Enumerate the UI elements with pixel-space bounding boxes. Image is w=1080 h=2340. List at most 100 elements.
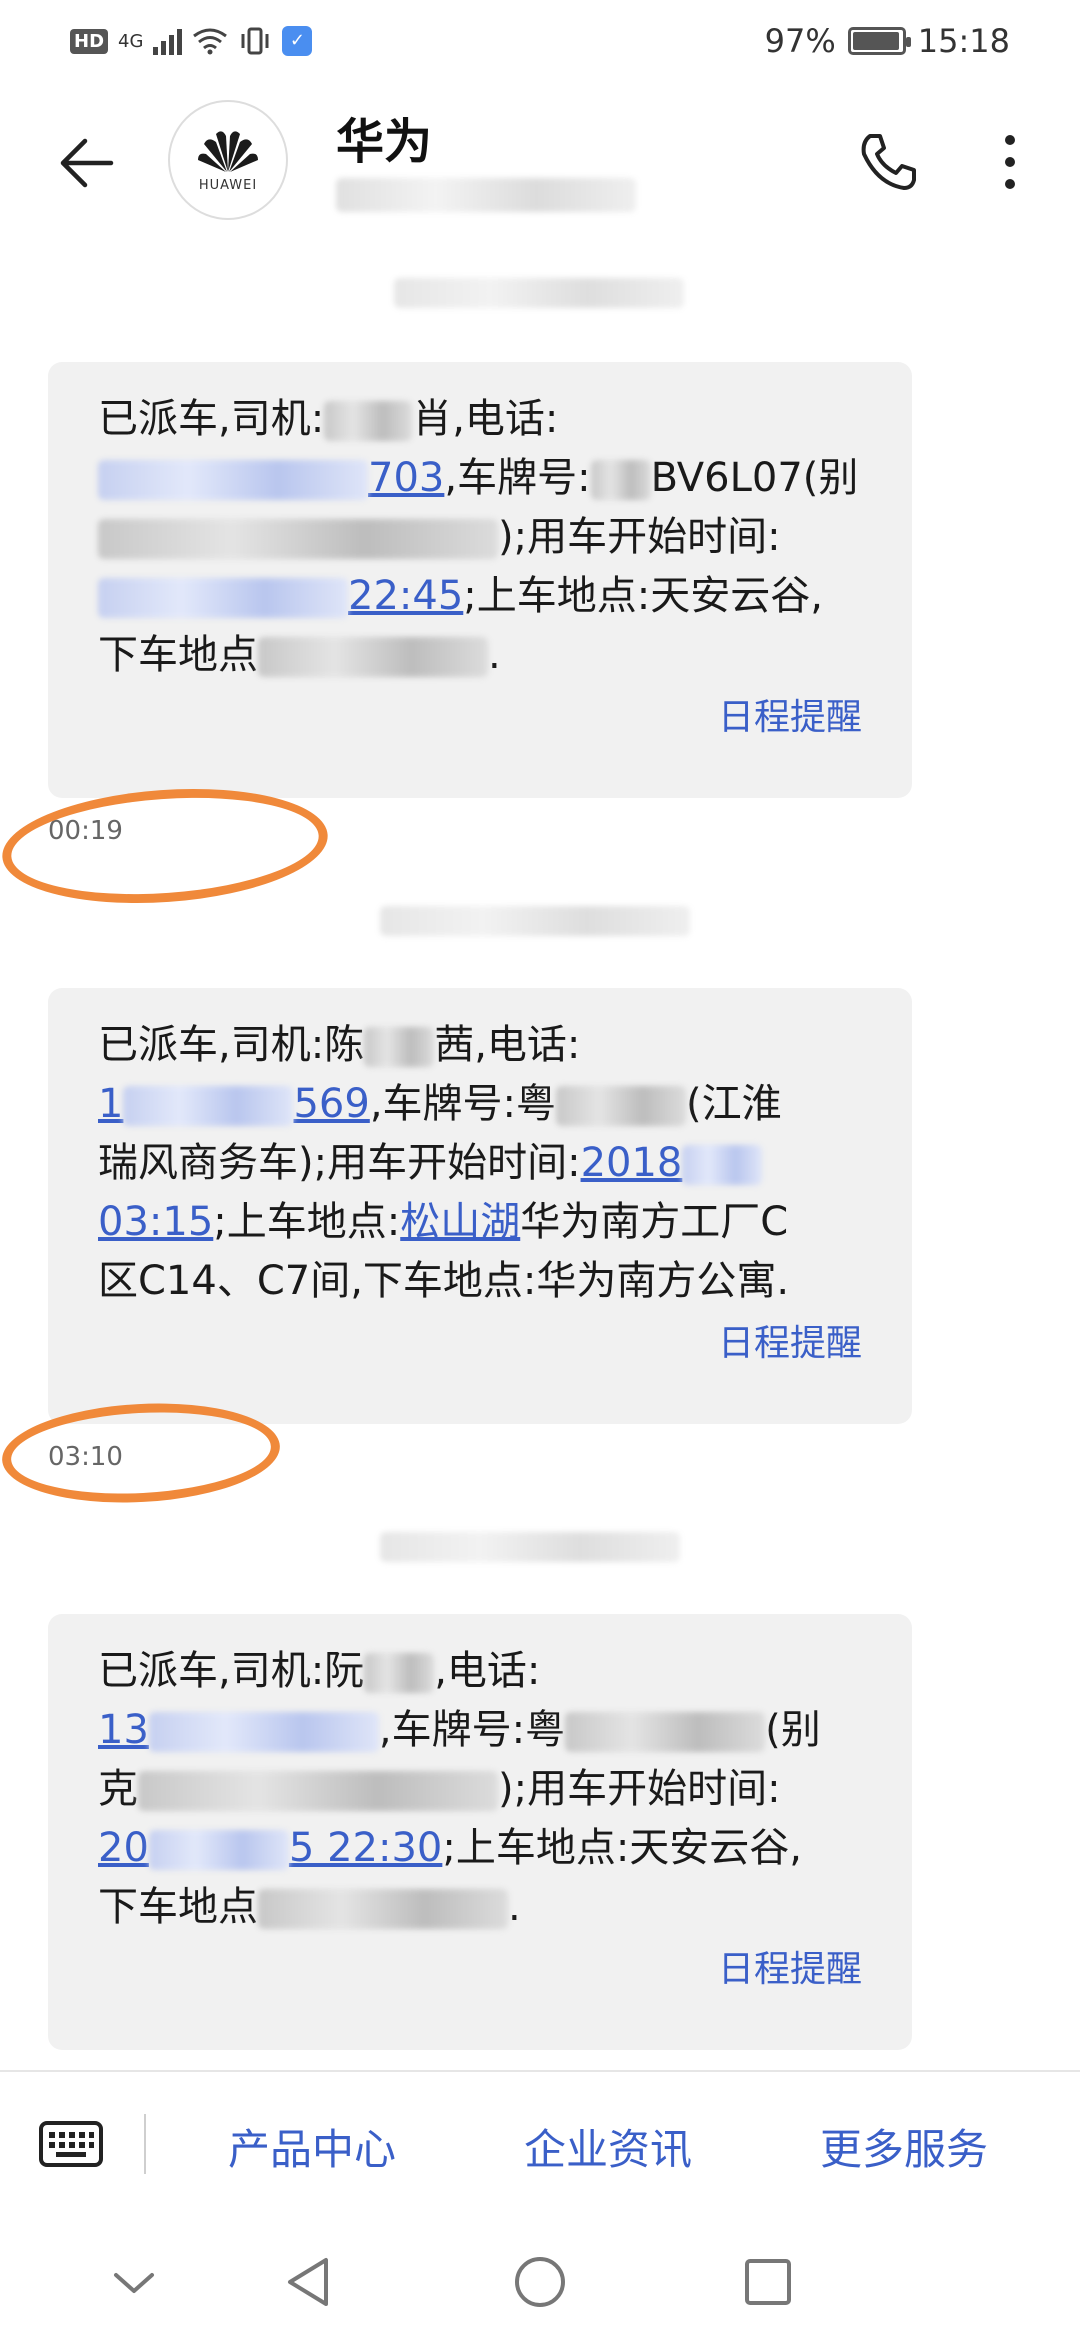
huawei-logo-icon [198, 130, 258, 172]
back-arrow-icon [60, 138, 114, 188]
redacted-text [364, 1027, 435, 1067]
annotation-circle [0, 778, 332, 914]
security-app-icon: ✓ [282, 26, 313, 56]
datetime-link[interactable]: 20 [98, 1825, 149, 1871]
message-segment: ;上车地点:天安云谷, [442, 1825, 803, 1871]
phone-link[interactable]: 13 [98, 1707, 149, 1753]
message-segment: 瑞风商务车);用车开始时间: [98, 1140, 581, 1186]
more-dot [1005, 135, 1015, 145]
location-link[interactable]: 松山湖 [400, 1199, 520, 1245]
message-segment: ,车牌号:粤 [369, 1081, 557, 1127]
square-recents-icon [745, 2259, 791, 2305]
message-segment: 区C14、C7间,下车地点:华为南方公寓. [98, 1258, 790, 1304]
network-type: 4G [118, 30, 144, 52]
message-segment: 茜,电话: [434, 1022, 581, 1068]
redacted-link[interactable] [682, 1145, 763, 1185]
message-segment: 克 [98, 1766, 138, 1812]
redacted-text [324, 401, 413, 441]
conversation-header: HUAWEI 华为 [0, 90, 1080, 250]
message-segment: ;上车地点: [213, 1199, 401, 1245]
schedule-reminder-link[interactable]: 日程提醒 [718, 688, 862, 740]
datetime-link[interactable]: 03:15 [98, 1199, 213, 1245]
message-segment: ,车牌号:粤 [378, 1707, 566, 1753]
message-segment: ;上车地点:天安云谷, [463, 573, 823, 619]
menu-item-product-center[interactable]: 产品中心 [228, 2116, 396, 2177]
keyboard-icon [39, 2121, 103, 2167]
more-options-button[interactable] [980, 122, 1040, 202]
message-text: 已派车,司机:阮 ,电话: 13 ,车牌号:粤 (别 克);用车开始时间: 20 5 2… [98, 1642, 888, 1937]
message-segment: . [488, 632, 501, 678]
nav-back-button[interactable] [268, 2242, 348, 2322]
contact-name: 华为 [336, 114, 433, 170]
contact-number-redacted [336, 178, 636, 212]
date-divider-redacted [380, 1532, 680, 1562]
message-segment: BV6L07(别 [650, 455, 859, 501]
clock: 15:18 [917, 22, 1010, 60]
signal-icon [153, 27, 183, 55]
phone-icon [861, 134, 916, 190]
message-text: 已派车,司机: 肖,电话: 703,车牌号: BV6L07(别 );用车开始时间: … [98, 390, 888, 685]
redacted-link[interactable] [123, 1086, 294, 1126]
status-icons-left: HD 4G ✓ [70, 26, 313, 56]
message-segment: ,电话: [434, 1648, 541, 1694]
redacted-text [556, 1086, 687, 1126]
phone-link[interactable]: 1 [98, 1081, 123, 1127]
redacted-text [590, 460, 651, 500]
battery-fill [852, 32, 900, 50]
avatar-brand-text: HUAWEI [198, 177, 258, 193]
datetime-link[interactable]: 2018 [581, 1140, 683, 1186]
avatar[interactable]: HUAWEI [168, 100, 288, 220]
datetime-link[interactable]: 22:45 [348, 573, 463, 619]
menu-item-more-services[interactable]: 更多服务 [820, 2116, 988, 2177]
circle-home-icon [515, 2257, 565, 2307]
message-segment: . [508, 1884, 521, 1930]
message-segment: 肖,电话: [412, 396, 559, 442]
phone-link[interactable]: 569 [293, 1081, 369, 1127]
redacted-text [364, 1653, 435, 1693]
battery-icon [847, 27, 911, 55]
message-segment: );用车开始时间: [498, 514, 781, 560]
message-bubble[interactable]: 已派车,司机:陈 茜,电话: 1 569,车牌号:粤 (江淮 瑞风商务车);用车开始时… [48, 988, 912, 1424]
schedule-reminder-link[interactable]: 日程提醒 [718, 1314, 862, 1366]
redacted-text [258, 1889, 508, 1929]
message-segment: 已派车,司机: [98, 396, 325, 442]
redacted-link[interactable] [98, 460, 368, 500]
message-bubble[interactable]: 已派车,司机:阮 ,电话: 13 ,车牌号:粤 (别 克);用车开始时间: 20 5 2… [48, 1614, 912, 2050]
redacted-link[interactable] [148, 1830, 289, 1870]
message-segment: (江淮 [686, 1081, 782, 1127]
keyboard-toggle-button[interactable] [38, 2120, 104, 2168]
nav-recents-button[interactable] [728, 2242, 808, 2322]
service-menu-bar: 产品中心 企业资讯 更多服务 [0, 2070, 1080, 2220]
more-dot [1005, 157, 1015, 167]
redacted-link[interactable] [148, 1712, 379, 1752]
schedule-reminder-link[interactable]: 日程提醒 [718, 1940, 862, 1992]
status-icons-right: 97% 15:18 [765, 22, 1010, 60]
message-bubble[interactable]: 已派车,司机: 肖,电话: 703,车牌号: BV6L07(别 );用车开始时间: … [48, 362, 912, 798]
redacted-text [98, 519, 498, 559]
nav-home-button[interactable] [500, 2242, 580, 2322]
redacted-link[interactable] [98, 578, 348, 618]
message-segment: 下车地点 [98, 1884, 258, 1930]
date-divider-redacted [394, 278, 684, 308]
redacted-text [258, 637, 488, 677]
message-segment: 华为南方工厂C [520, 1199, 789, 1245]
collapse-nav-button[interactable] [94, 2242, 174, 2322]
more-dot [1005, 179, 1015, 189]
message-segment: (别 [765, 1707, 821, 1753]
chevron-down-icon [114, 2273, 154, 2293]
message-segment: 下车地点 [98, 632, 258, 678]
date-divider-redacted [380, 906, 690, 936]
vibrate-icon [241, 27, 269, 55]
message-segment: 已派车,司机:陈 [98, 1022, 365, 1068]
annotation-circle [0, 1396, 283, 1510]
phone-link[interactable]: 703 [368, 455, 444, 501]
hd-indicator: HD [70, 28, 109, 54]
menu-item-company-news[interactable]: 企业资讯 [524, 2116, 692, 2177]
battery-percent: 97% [764, 22, 836, 60]
datetime-link[interactable]: 5 22:30 [289, 1825, 442, 1871]
wifi-icon [193, 28, 228, 55]
menu-divider [144, 2114, 146, 2174]
call-button[interactable] [848, 122, 928, 202]
back-button[interactable] [40, 118, 130, 208]
redacted-text [138, 1771, 498, 1811]
